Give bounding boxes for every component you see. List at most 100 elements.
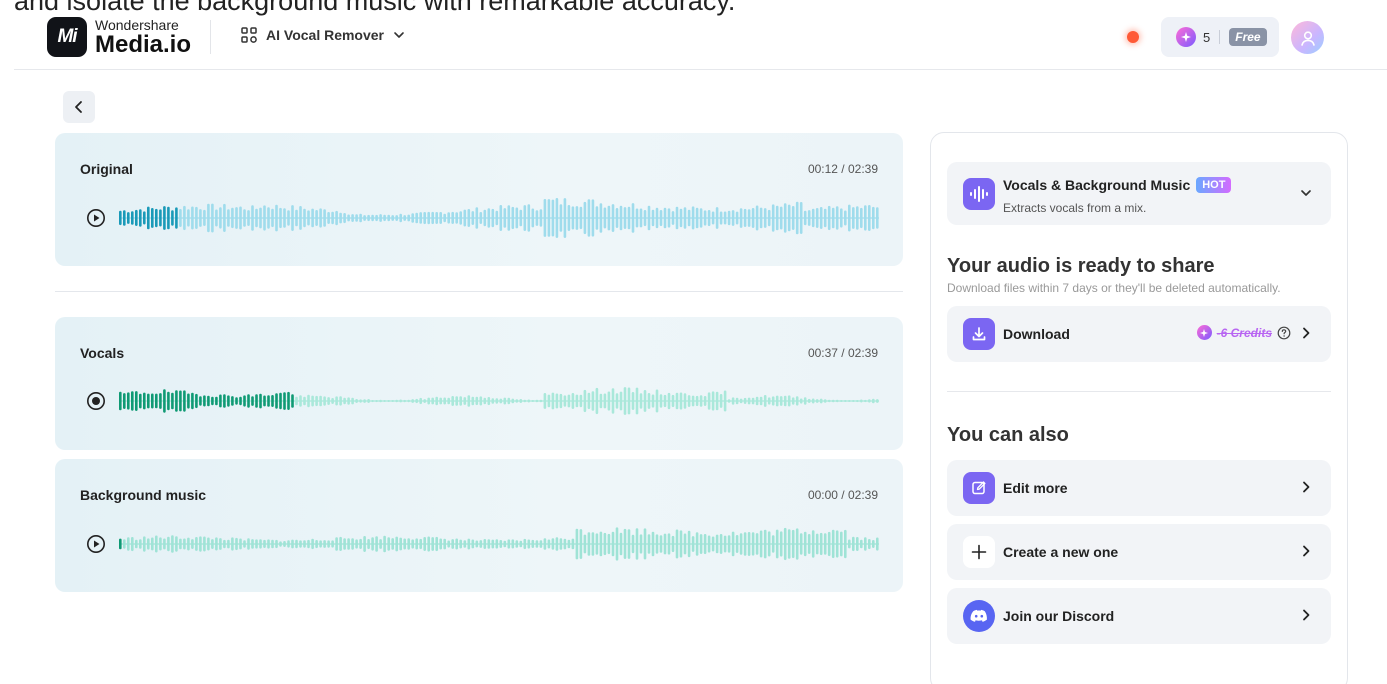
waveform-bar — [355, 399, 358, 403]
waveform-bar — [391, 400, 394, 402]
waveform-bar — [579, 394, 583, 408]
back-button[interactable] — [63, 91, 95, 123]
waveform-bar — [611, 531, 615, 557]
waveform-bar — [135, 391, 138, 411]
panel-divider — [947, 391, 1331, 392]
waveform-bar — [848, 539, 851, 549]
download-button[interactable]: Download -6 Credits — [947, 306, 1331, 362]
waveform-bar — [763, 395, 767, 407]
track-title: Original — [80, 161, 133, 177]
waveform-bar — [663, 533, 667, 555]
waveform-bar — [840, 531, 843, 557]
waveform-bar — [571, 538, 575, 550]
waveform-bar — [483, 539, 487, 549]
waveform-bar — [427, 536, 430, 552]
waveform-bar — [207, 537, 210, 551]
track-background-music: Background music 00:00 / 02:39 — [55, 459, 903, 592]
waveform-bar — [623, 528, 627, 559]
waveform-bar — [519, 209, 523, 227]
credits-divider — [1219, 30, 1221, 44]
download-label: Download — [1003, 326, 1070, 342]
waveform-bar — [507, 397, 511, 405]
discord-label: Join our Discord — [1003, 608, 1115, 624]
waveform-bar — [419, 538, 422, 550]
waveform-bar — [303, 208, 306, 228]
waveform-bar — [727, 399, 731, 403]
waveform-bar — [271, 539, 274, 549]
waveform[interactable] — [119, 196, 879, 240]
waveform[interactable] — [119, 379, 879, 423]
waveform-bar — [856, 400, 859, 403]
waveform-bar — [431, 211, 434, 225]
waveform-bar — [831, 399, 835, 403]
create-new-button[interactable]: Create a new one — [947, 524, 1331, 580]
waveform-bar — [495, 539, 499, 549]
help-circle-icon[interactable] — [1277, 326, 1291, 340]
credits-pill[interactable]: 5 Free — [1161, 17, 1279, 57]
waveform-bar — [375, 400, 378, 403]
waveform-bar — [431, 397, 434, 405]
waveform-bar — [515, 399, 519, 403]
waveform-bar — [251, 539, 254, 549]
waveform-bar — [343, 213, 346, 224]
mode-subtitle: Extracts vocals from a mix. — [1003, 201, 1147, 215]
waveform-bar — [255, 394, 258, 408]
waveform-bar — [687, 395, 691, 407]
waveform[interactable] — [119, 522, 879, 566]
play-circle-icon[interactable] — [86, 534, 106, 554]
waveform-bar — [199, 396, 202, 406]
waveform-bar — [235, 207, 238, 229]
waveform-bar — [263, 539, 266, 548]
waveform-bar — [171, 392, 174, 410]
plan-badge: Free — [1229, 28, 1267, 46]
waveform-bar — [511, 206, 515, 230]
mode-selector[interactable]: Vocals & Background Music HOT Extracts v… — [947, 162, 1331, 225]
credit-cost-text: -6 Credits — [1216, 325, 1272, 340]
waveform-bar — [299, 206, 302, 230]
waveform-bar — [167, 536, 170, 552]
waveform-bar — [535, 210, 539, 226]
waveform-bar — [831, 529, 835, 559]
waveform-bar — [844, 210, 847, 226]
waveform-bar — [575, 528, 579, 560]
waveform-bar — [852, 536, 855, 552]
waveform-bar — [471, 396, 475, 406]
waveform-bar — [371, 214, 374, 222]
waveform-bar — [823, 399, 827, 403]
section-divider — [55, 291, 903, 292]
waveform-bar — [535, 540, 539, 548]
waveform-bar — [171, 210, 174, 226]
header-border — [14, 69, 1387, 70]
waveform-bar — [547, 539, 551, 549]
discord-button[interactable]: Join our Discord — [947, 588, 1331, 644]
waveform-bar — [575, 206, 579, 230]
tool-selector[interactable]: AI Vocal Remover — [240, 26, 406, 44]
waveform-bar — [487, 208, 491, 228]
waveform-bar — [459, 211, 462, 225]
waveform-bar — [291, 205, 294, 231]
play-circle-icon[interactable] — [86, 208, 106, 228]
track-original: Original 00:12 / 02:39 — [55, 133, 903, 266]
waveform-bar — [603, 207, 607, 229]
credits-count: 5 — [1203, 29, 1211, 45]
waveform-bar — [407, 538, 410, 550]
waveform-bar — [827, 399, 831, 403]
waveform-bar — [523, 399, 527, 403]
brand-logo[interactable]: Mi Wondershare Media.io — [47, 17, 191, 57]
edit-more-button[interactable]: Edit more — [947, 460, 1331, 516]
waveform-bar — [707, 210, 711, 227]
waveform-bar — [591, 532, 595, 556]
track-title: Background music — [80, 487, 207, 503]
waveform-bar — [207, 203, 210, 233]
waveform-bar — [860, 399, 863, 403]
waveform-bar — [407, 214, 410, 222]
waveform-bar — [139, 393, 142, 409]
waveform-bar — [631, 392, 635, 410]
user-avatar[interactable] — [1291, 21, 1324, 54]
waveform-bar — [775, 529, 779, 559]
record-circle-icon[interactable] — [86, 391, 106, 411]
waveform-bar — [627, 387, 631, 415]
notification-dot[interactable] — [1127, 31, 1139, 43]
waveform-bar — [183, 205, 186, 231]
waveform-bar — [279, 392, 282, 410]
